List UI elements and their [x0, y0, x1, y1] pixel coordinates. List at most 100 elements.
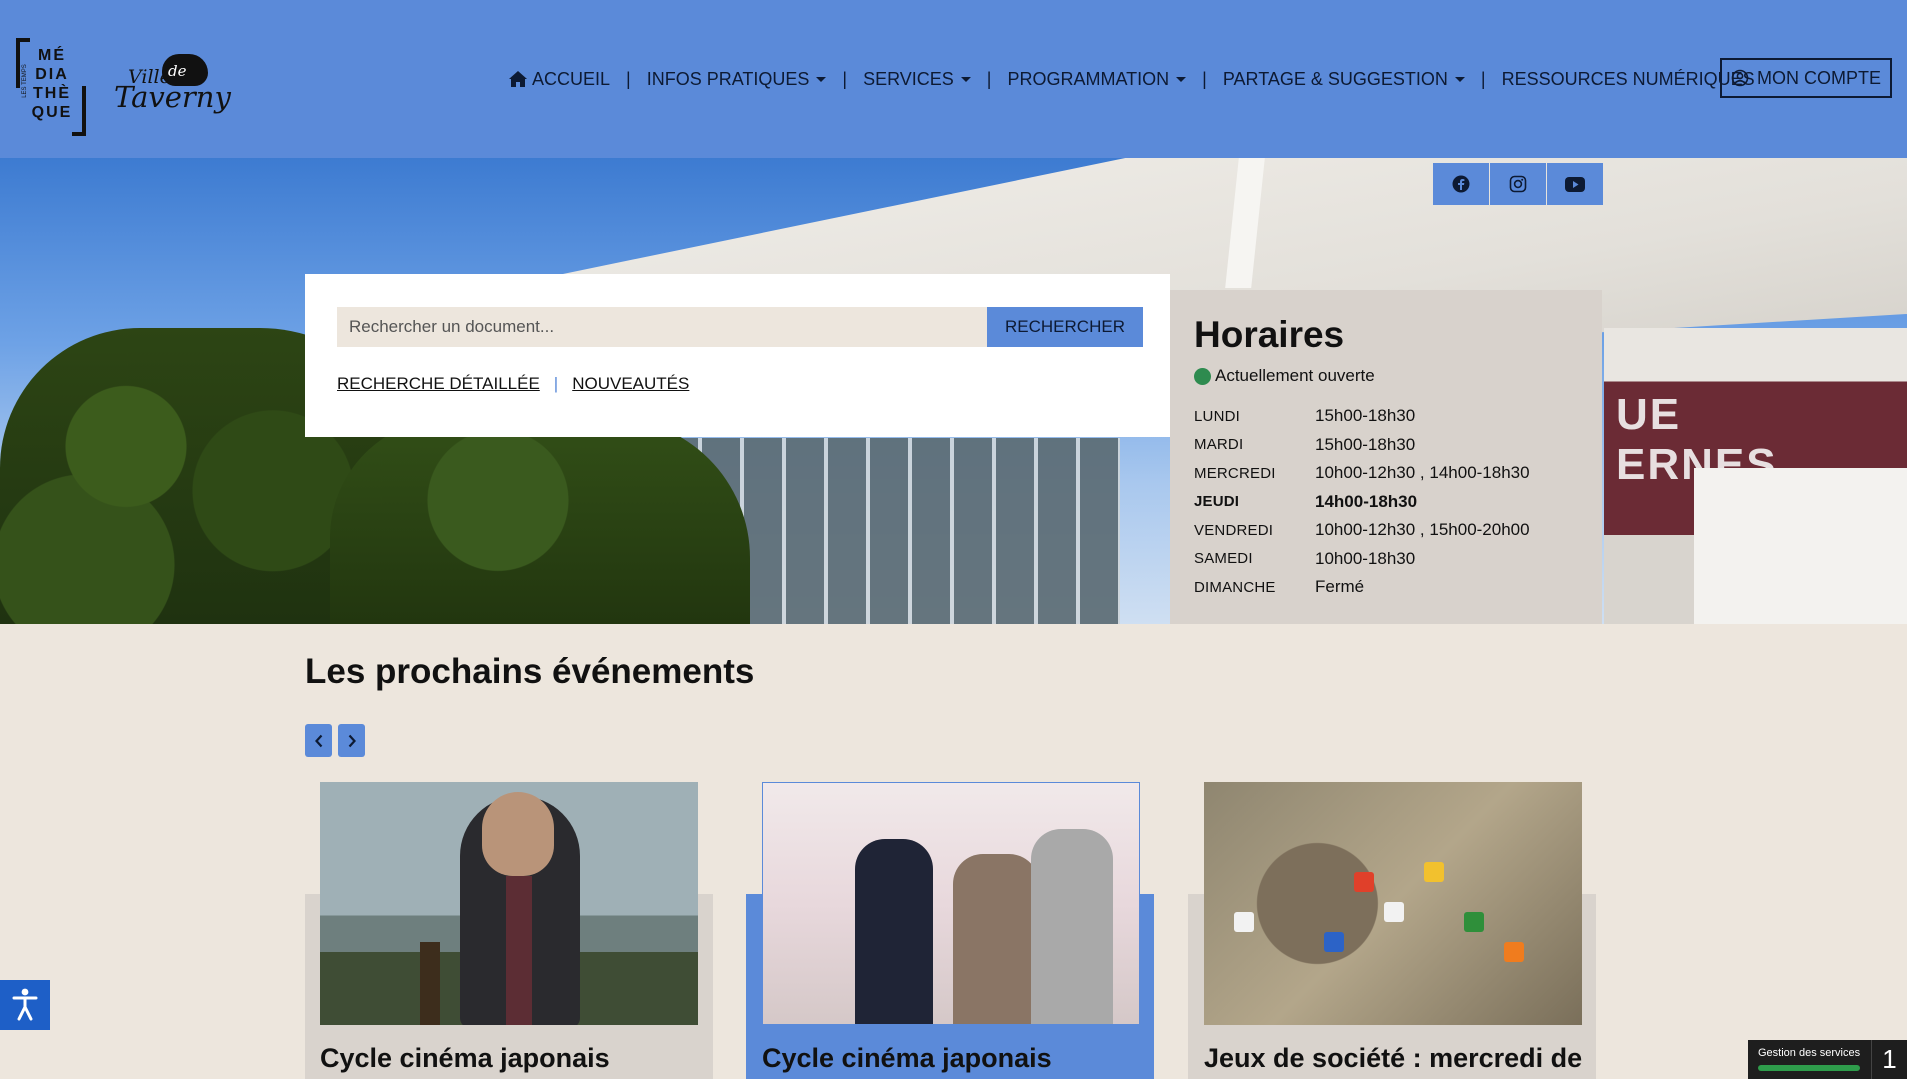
caret-down-icon — [1454, 76, 1465, 82]
hours-time: 10h00-18h30 — [1315, 548, 1416, 568]
image-game-piece — [1424, 862, 1444, 882]
image-person — [855, 839, 933, 1024]
image-game-piece — [1234, 912, 1254, 932]
hours-row: MERCREDI 10h00-12h30 , 14h00-18h30 — [1194, 459, 1578, 488]
image-face — [482, 792, 554, 876]
logo-de-text: de — [168, 62, 187, 80]
caret-down-icon — [816, 76, 827, 82]
facebook-button[interactable] — [1433, 163, 1489, 205]
hours-day: MARDI — [1194, 436, 1244, 454]
status-dot-icon — [1194, 367, 1211, 385]
event-title[interactable]: Cycle cinéma japonais — [320, 1042, 700, 1074]
youtube-icon — [1565, 176, 1585, 192]
hero-building: UE ERNES — [1604, 328, 1907, 624]
nav-item-services[interactable]: SERVICES — [863, 69, 971, 90]
nav-separator: | — [842, 68, 848, 89]
account-button[interactable]: MON COMPTE — [1720, 58, 1892, 98]
detailed-search-link[interactable]: RECHERCHE DÉTAILLÉE — [337, 374, 540, 394]
event-image[interactable] — [320, 782, 698, 1025]
facebook-icon — [1452, 175, 1470, 193]
hours-day: LUNDI — [1194, 407, 1241, 425]
nav-label: INFOS PRATIQUES — [646, 68, 810, 89]
search-links-separator: | — [553, 374, 559, 393]
nav-separator: | — [986, 68, 992, 89]
caret-down-icon — [960, 76, 971, 82]
hours-time: 15h00-18h30 — [1315, 434, 1416, 454]
event-image[interactable] — [1204, 782, 1582, 1025]
hours-row: VENDREDI 10h00-12h30 , 15h00-20h00 — [1194, 516, 1578, 545]
open-status: Actuellement ouverte — [1194, 366, 1578, 386]
hours-day: SAMEDI — [1194, 550, 1253, 568]
hours-day: JEUDI — [1194, 493, 1240, 511]
event-title[interactable]: Jeux de société : mercredi de — [1204, 1042, 1584, 1074]
image-game-piece — [1384, 902, 1404, 922]
instagram-button[interactable] — [1490, 163, 1546, 205]
hours-time: 10h00-12h30 , 15h00-20h00 — [1315, 520, 1530, 540]
cookie-progress-bar — [1758, 1065, 1860, 1071]
accessibility-button[interactable] — [0, 980, 50, 1030]
cookie-count-badge[interactable]: 1 — [1871, 1040, 1907, 1079]
nav-item-infos-pratiques[interactable]: INFOS PRATIQUES — [647, 69, 827, 90]
hours-time: 10h00-12h30 , 14h00-18h30 — [1315, 463, 1530, 483]
hours-time: 15h00-18h30 — [1315, 406, 1416, 426]
hero-trees — [330, 418, 750, 624]
event-title[interactable]: Cycle cinéma japonais — [762, 1042, 1142, 1074]
nav-item-accueil[interactable]: ACCUEIL — [508, 69, 610, 90]
chevron-right-icon — [348, 734, 356, 747]
image-post — [420, 942, 440, 1025]
cookie-services-button[interactable]: Gestion des services — [1748, 1040, 1871, 1079]
status-text: Actuellement ouverte — [1215, 366, 1375, 385]
nav-item-programmation[interactable]: PROGRAMMATION — [1007, 68, 1187, 90]
image-game-piece — [1354, 872, 1374, 892]
logo-taverny-text: Taverny — [114, 80, 231, 114]
chevron-left-icon — [314, 734, 322, 747]
logo-mediatheque-text: MÉ DIA THÈ QUE — [30, 46, 74, 122]
hours-row: MARDI 15h00-18h30 — [1194, 431, 1578, 460]
hours-time: 14h00-18h30 — [1315, 491, 1418, 511]
accessibility-icon — [12, 988, 38, 1021]
image-person — [1031, 829, 1113, 1024]
mediatheque-logo[interactable]: MÉ DIA THÈ QUE LES TEMPS — [16, 38, 86, 136]
nav-label: SERVICES — [863, 68, 954, 89]
logo-bracket-bottom — [72, 86, 86, 136]
hours-table: LUNDI 15h00-18h30 MARDI 15h00-18h30 MERCRE… — [1194, 402, 1578, 602]
nav-separator: | — [1480, 68, 1486, 89]
search-links: RECHERCHE DÉTAILLÉE | NOUVEAUTÉS — [337, 374, 689, 394]
nav-label: RESSOURCES NUMÉRIQUES — [1501, 68, 1755, 89]
taverny-logo[interactable]: Ville de Taverny — [110, 50, 231, 122]
logo-line: MÉ — [38, 47, 66, 64]
cookie-label: Gestion des services — [1758, 1047, 1861, 1059]
main-nav: ACCUEIL | INFOS PRATIQUES | SERVICES | P… — [508, 64, 1755, 94]
youtube-button[interactable] — [1547, 163, 1603, 205]
site-header: MÉ DIA THÈ QUE LES TEMPS Ville de Tavern… — [0, 0, 1907, 158]
account-label: MON COMPTE — [1757, 67, 1881, 88]
image-game-piece — [1504, 942, 1524, 962]
nav-item-ressources-numeriques[interactable]: RESSOURCES NUMÉRIQUES — [1502, 69, 1755, 90]
search-button[interactable]: RECHERCHER — [987, 307, 1143, 347]
carousel-next-button[interactable] — [338, 724, 365, 757]
nav-item-partage-suggestion[interactable]: PARTAGE & SUGGESTION — [1223, 69, 1465, 90]
caret-down-icon — [1176, 76, 1187, 82]
image-person — [953, 854, 1039, 1024]
nav-separator: | — [626, 68, 631, 89]
hours-day: DIMANCHE — [1194, 578, 1276, 596]
hours-row: SAMEDI 10h00-18h30 — [1194, 545, 1578, 574]
image-game-piece — [1324, 932, 1344, 952]
hours-title: Horaires — [1194, 314, 1345, 355]
hours-time: Fermé — [1315, 577, 1365, 597]
user-circle-icon — [1731, 69, 1749, 87]
nav-label: PROGRAMMATION — [1007, 68, 1170, 89]
event-image[interactable] — [762, 782, 1140, 1025]
logo-side-text: LES TEMPS — [21, 64, 28, 98]
image-game-piece — [1464, 912, 1484, 932]
new-items-link[interactable]: NOUVEAUTÉS — [572, 374, 689, 394]
nav-label: ACCUEIL — [532, 68, 611, 89]
logo-line: THÈ — [33, 85, 71, 102]
search-input[interactable] — [337, 307, 992, 347]
carousel-prev-button[interactable] — [305, 724, 332, 757]
opening-hours-panel: Horaires Actuellement ouverte LUNDI 15h00… — [1170, 290, 1602, 624]
hours-row-today: JEUDI 14h00-18h30 — [1194, 488, 1578, 517]
hours-day: MERCREDI — [1194, 464, 1276, 482]
home-icon — [509, 71, 527, 87]
image-shirt — [506, 876, 532, 1025]
